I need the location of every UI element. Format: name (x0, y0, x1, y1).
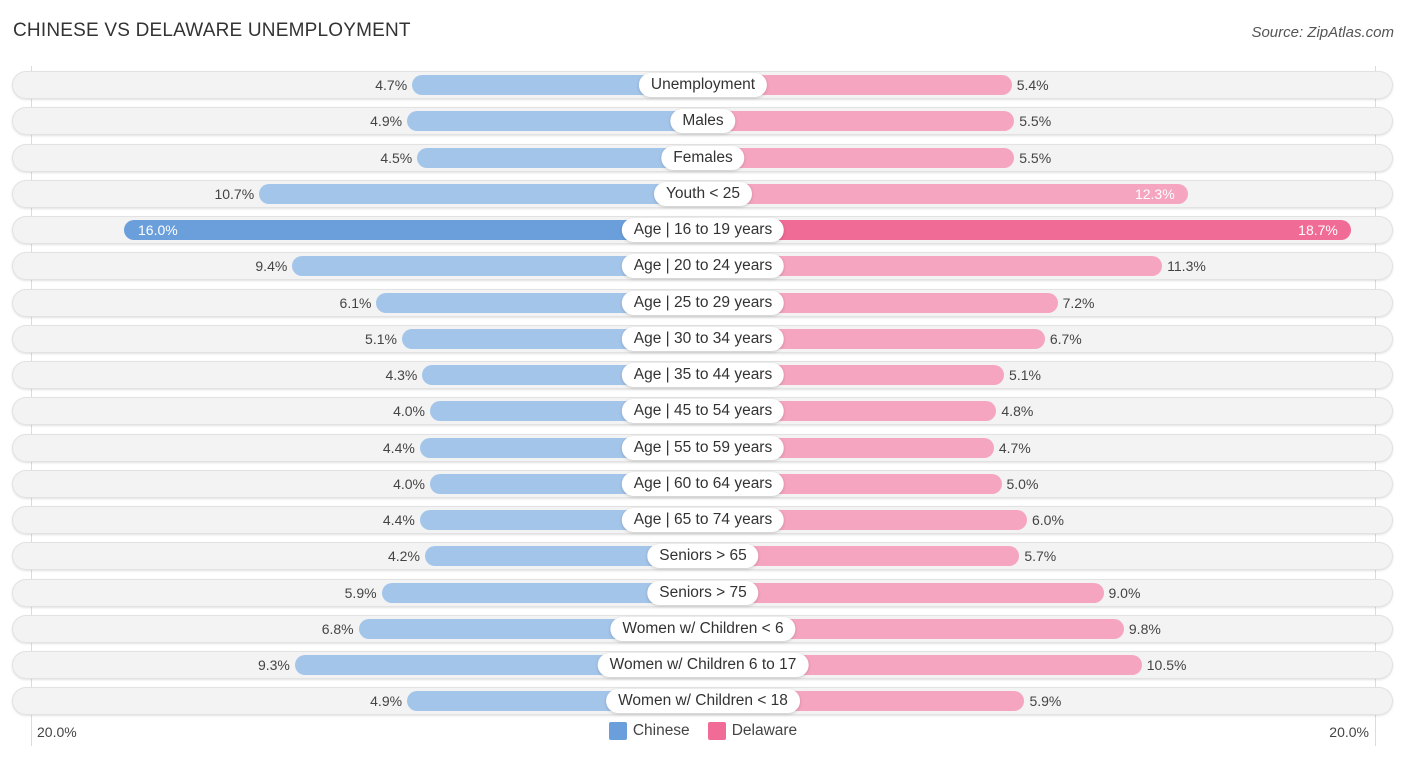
value-label-chinese: 16.0% (138, 222, 178, 238)
value-label-chinese: 4.4% (382, 512, 415, 528)
value-label-chinese: 4.9% (370, 113, 403, 130)
legend-label-delaware: Delaware (731, 722, 798, 739)
category-label: Females (661, 145, 745, 170)
bar-chinese[interactable] (124, 220, 703, 240)
value-label-chinese: 6.1% (339, 294, 372, 311)
category-label: Seniors > 65 (647, 544, 759, 569)
value-label-chinese: 4.0% (393, 403, 425, 420)
bar-chinese[interactable] (407, 111, 703, 132)
legend-label-chinese: Chinese (632, 722, 690, 739)
value-label-delaware: 5.7% (1024, 548, 1057, 565)
value-label-chinese: 6.8% (321, 620, 354, 637)
value-label-chinese: 4.0% (393, 475, 425, 492)
value-label-delaware: 4.7% (998, 439, 1031, 456)
category-label: Age | 16 to 19 years (621, 218, 785, 242)
category-label: Age | 20 to 24 years (621, 254, 785, 279)
bar-delaware[interactable] (703, 111, 1015, 132)
value-label-delaware: 5.4% (1016, 77, 1049, 93)
category-label: Age | 60 to 64 years (621, 471, 785, 496)
value-label-delaware: 12.3% (1134, 185, 1175, 202)
value-label-delaware: 11.3% (1167, 258, 1206, 275)
value-label-delaware: 9.8% (1128, 620, 1161, 637)
bar-chinese[interactable] (417, 147, 703, 168)
value-label-delaware: 6.7% (1049, 330, 1082, 347)
legend-item-chinese[interactable]: Chinese (608, 722, 690, 740)
bar-delaware[interactable] (703, 147, 1015, 168)
value-label-chinese: 9.4% (255, 258, 288, 275)
value-label-chinese: 5.9% (344, 584, 377, 601)
category-label: Males (670, 109, 736, 134)
value-label-delaware: 18.7% (1298, 222, 1338, 238)
value-label-chinese: 4.7% (375, 77, 408, 93)
value-label-chinese: 5.1% (365, 330, 397, 347)
bar-delaware[interactable] (703, 220, 1351, 240)
category-label: Seniors > 75 (647, 580, 759, 605)
category-label: Age | 25 to 29 years (621, 290, 785, 315)
value-label-delaware: 6.0% (1032, 512, 1064, 528)
value-label-delaware: 5.0% (1006, 475, 1039, 492)
value-label-chinese: 4.2% (387, 548, 420, 565)
value-label-delaware: 4.8% (1001, 403, 1034, 420)
legend-swatch-chinese (608, 722, 627, 740)
value-label-delaware: 7.2% (1062, 294, 1095, 311)
category-label: Age | 65 to 74 years (621, 508, 785, 532)
category-label: Women w/ Children < 18 (606, 689, 800, 714)
value-label-delaware: 5.5% (1019, 149, 1052, 166)
bar-chinese[interactable] (259, 183, 703, 204)
value-label-delaware: 9.0% (1108, 584, 1141, 601)
category-label: Age | 30 to 34 years (621, 326, 785, 351)
category-label: Age | 35 to 44 years (621, 363, 785, 387)
category-label: Age | 45 to 54 years (621, 399, 785, 424)
category-label: Age | 55 to 59 years (621, 435, 785, 460)
value-label-delaware: 10.5% (1146, 657, 1187, 673)
value-label-delaware: 5.1% (1009, 367, 1041, 383)
value-label-chinese: 4.9% (370, 693, 403, 710)
legend: Chinese Delaware (0, 722, 1406, 740)
bar-delaware[interactable] (703, 582, 1104, 603)
category-label: Youth < 25 (654, 181, 752, 206)
category-label: Women w/ Children < 6 (610, 616, 796, 641)
value-label-delaware: 5.5% (1019, 113, 1052, 130)
value-label-chinese: 4.5% (380, 149, 413, 166)
value-label-chinese: 10.7% (214, 185, 255, 202)
category-label: Unemployment (638, 73, 768, 97)
legend-item-delaware[interactable]: Delaware (707, 722, 798, 740)
legend-swatch-delaware (707, 722, 726, 740)
bar-delaware[interactable] (703, 183, 1188, 204)
value-label-chinese: 9.3% (257, 657, 290, 673)
value-label-chinese: 4.3% (385, 367, 418, 383)
value-label-chinese: 4.4% (382, 439, 415, 456)
category-label: Women w/ Children 6 to 17 (597, 653, 809, 677)
value-label-delaware: 5.9% (1029, 693, 1062, 710)
chart-area: 4.7% 5.4% Unemployment 4.9% 5.5% Males 4.5% 5.5… (0, 0, 1406, 757)
